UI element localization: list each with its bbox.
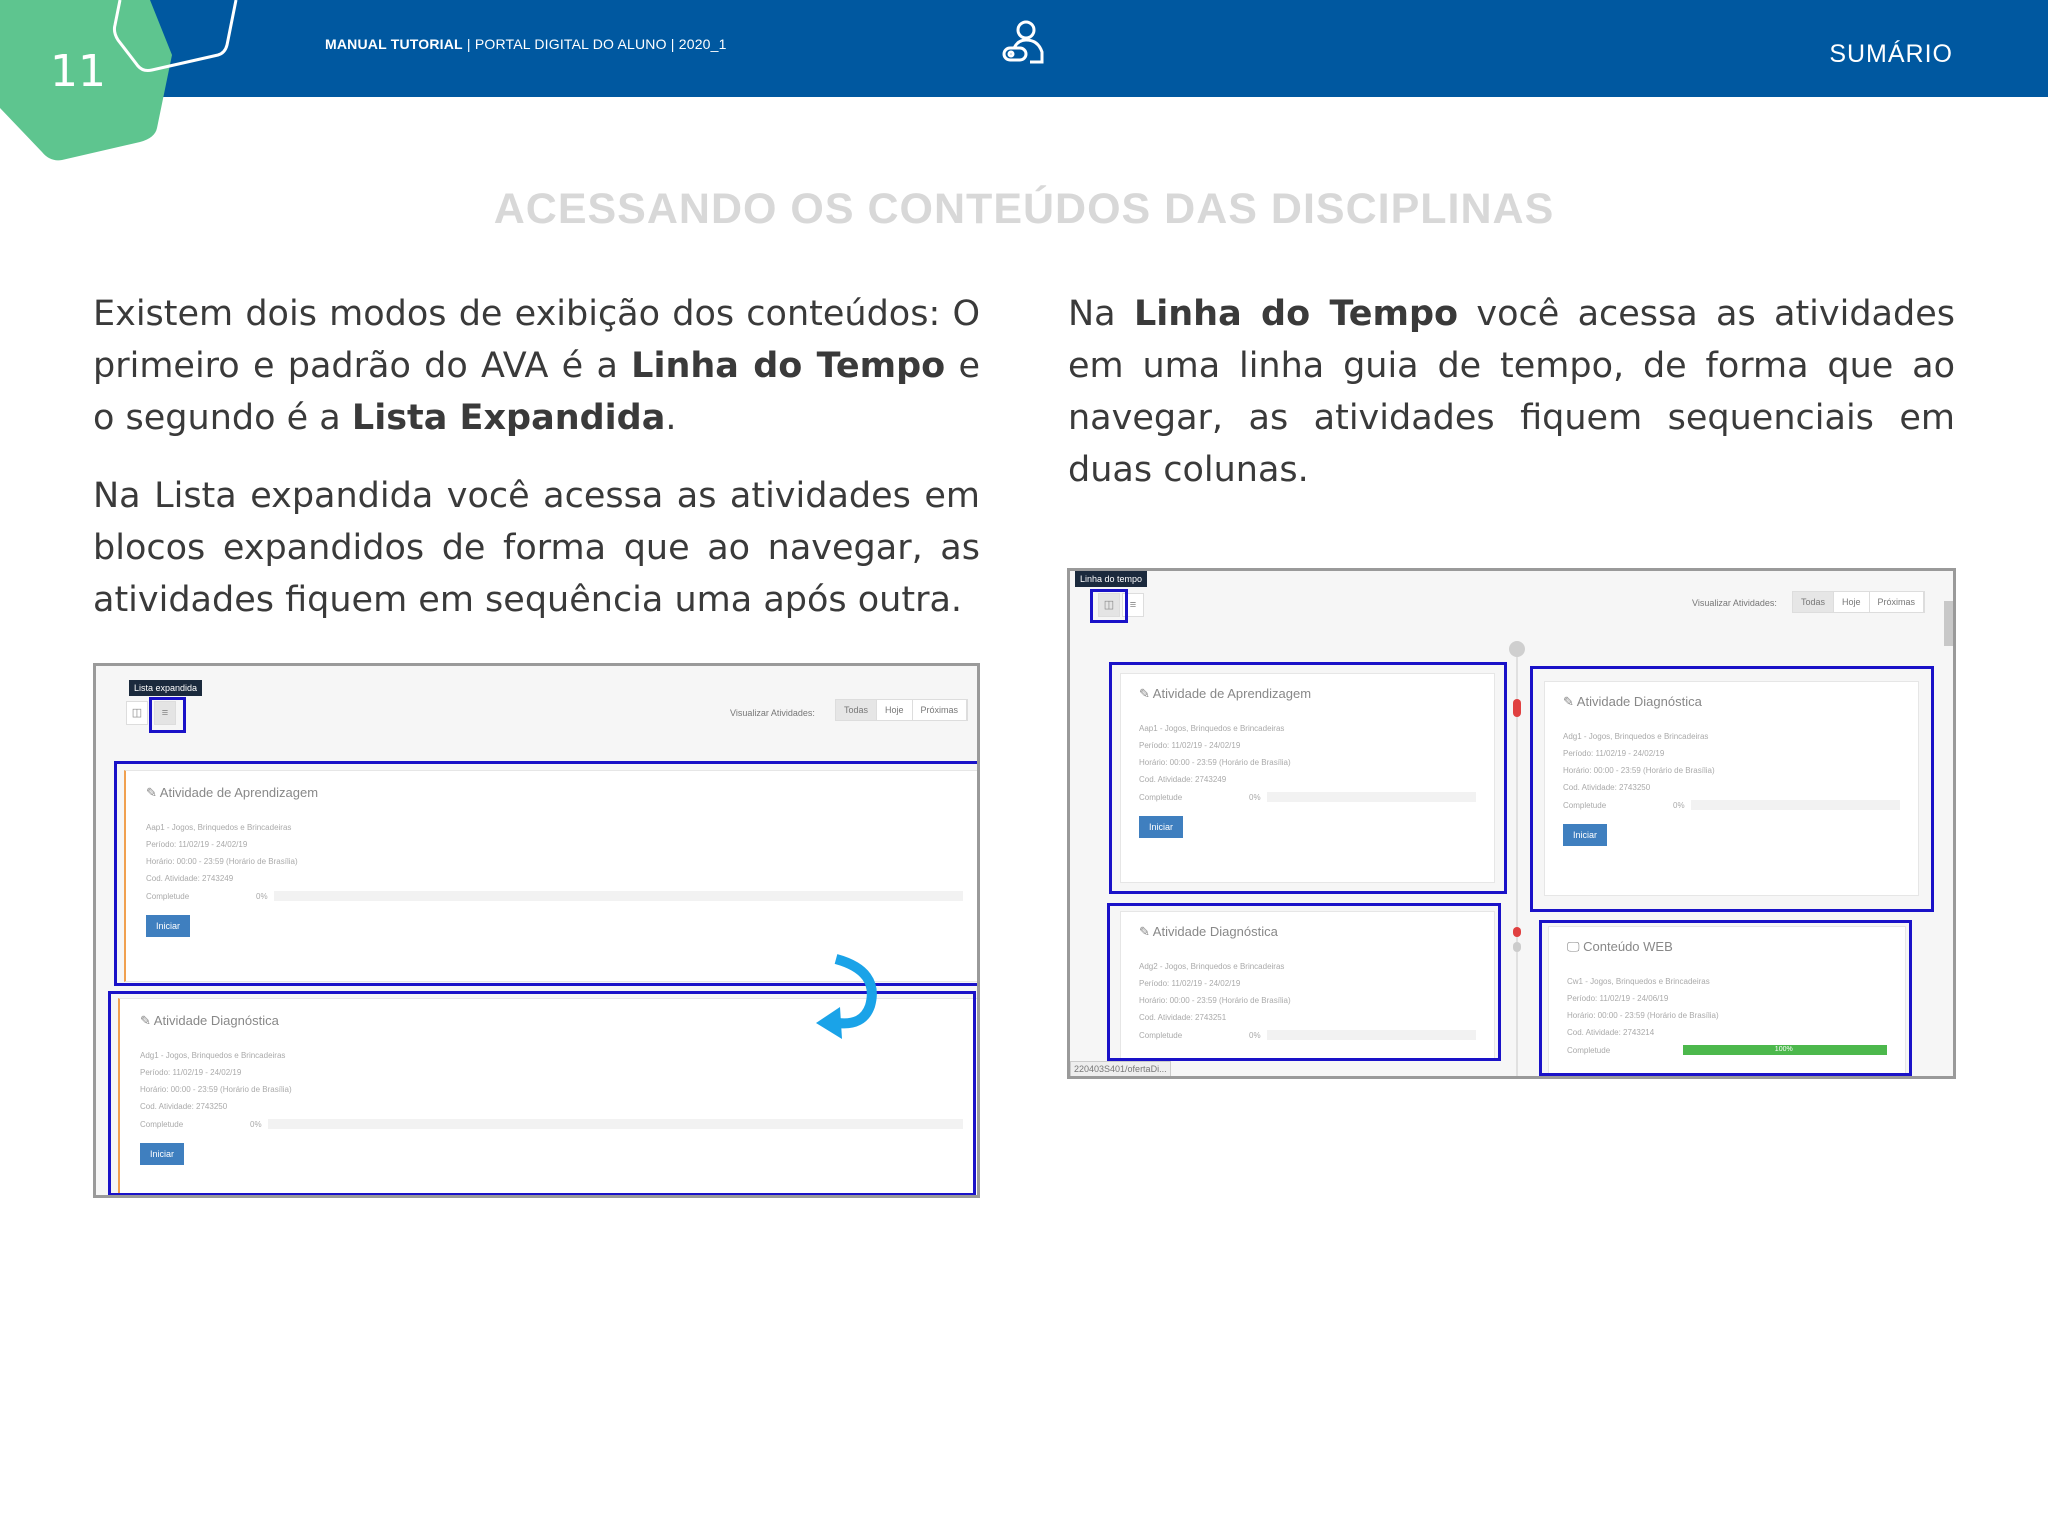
portal-label: PORTAL DIGITAL DO ALUNO [474, 36, 667, 52]
timeline-view-icon[interactable]: ◫ [126, 701, 148, 725]
intro-paragraph: Existem dois modos de exibição dos conte… [93, 288, 980, 444]
list-paragraph: Na Lista expandida você acessa as ativid… [93, 476, 980, 620]
view-label: Visualizar Atividades: [1692, 598, 1777, 608]
list-view-screenshot: Lista expandida ◫ ≡ Visualizar Atividade… [93, 663, 980, 1198]
text-bold: Lista Expandida [351, 398, 666, 438]
page-number: 11 [50, 46, 106, 97]
tab-proximas[interactable]: Próximas [913, 700, 968, 720]
highlight-box [1109, 662, 1507, 894]
timeline-marker [1513, 699, 1521, 717]
tooltip: Linha do tempo [1075, 571, 1148, 587]
tab-hoje[interactable]: Hoje [877, 700, 913, 720]
text-bold: Linha do Tempo [631, 346, 946, 386]
summary-link[interactable]: SUMÁRIO [1829, 40, 1953, 69]
highlight-box [1539, 920, 1912, 1076]
highlight-box [1090, 589, 1128, 623]
period-label: 2020_1 [678, 36, 727, 52]
highlight-box [1107, 903, 1501, 1061]
text: . [665, 398, 677, 438]
timeline-marker [1513, 927, 1521, 937]
timeline-marker [1513, 942, 1521, 952]
header-caption: MANUAL TUTORIAL | PORTAL DIGITAL DO ALUN… [325, 36, 727, 52]
tab-proximas[interactable]: Próximas [1870, 592, 1925, 612]
timeline-start-dot [1509, 641, 1525, 657]
view-tabs: Todas Hoje Próximas [1792, 591, 1926, 613]
manual-label: MANUAL TUTORIAL [325, 36, 463, 52]
view-tabs: Todas Hoje Próximas [835, 699, 969, 721]
tooltip: Lista expandida [129, 680, 203, 696]
highlight-box [1530, 666, 1934, 912]
curved-arrow-icon [816, 954, 877, 1039]
status-url: 220403S401/ofertaDi... [1070, 1061, 1171, 1076]
tab-hoje[interactable]: Hoje [1834, 592, 1870, 612]
view-label: Visualizar Atividades: [730, 708, 815, 718]
text: Na [1068, 294, 1134, 334]
tab-todas[interactable]: Todas [836, 700, 878, 720]
timeline-paragraph: Na Linha do Tempo você acessa as ativida… [1068, 288, 1955, 496]
page-number-badge-shape [0, 0, 238, 161]
timeline-view-screenshot: Linha do tempo ◫ ≡ Visualizar Atividades… [1067, 568, 1956, 1079]
tab-todas[interactable]: Todas [1793, 592, 1835, 612]
user-key-icon [1002, 20, 1044, 64]
page-title: ACESSANDO OS CONTEÚDOS DAS DISCIPLINAS [493, 185, 1555, 233]
text-bold: Linha do Tempo [1133, 294, 1459, 334]
highlight-box [149, 697, 186, 733]
scrollbar[interactable] [1944, 601, 1953, 646]
